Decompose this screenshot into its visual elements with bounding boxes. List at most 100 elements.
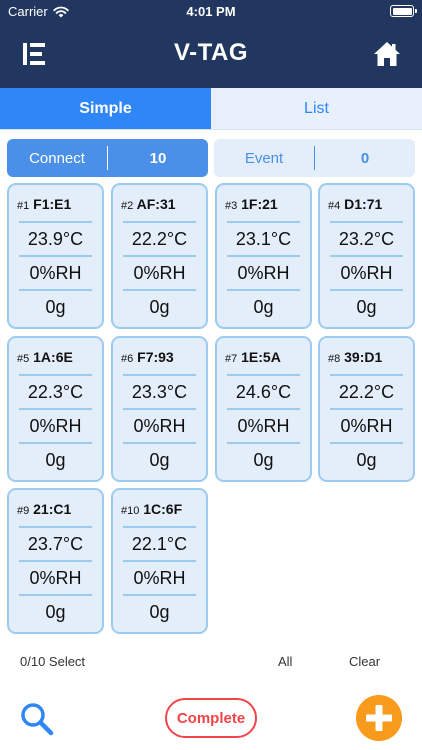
card-divider — [227, 289, 300, 291]
tag-address: 39:D1 — [344, 349, 383, 365]
card-divider — [330, 255, 403, 257]
tag-number: #6 — [121, 353, 134, 365]
tab-list[interactable]: List — [211, 88, 422, 129]
card-divider — [330, 442, 403, 444]
weight-value: 0g — [149, 450, 170, 470]
select-all-button[interactable]: All — [278, 654, 292, 669]
tag-address: 21:C1 — [33, 501, 72, 517]
tab-simple[interactable]: Simple — [0, 88, 211, 129]
temperature-value: 23.3°C — [131, 382, 188, 402]
add-icon[interactable] — [356, 695, 402, 741]
weight-value: 0g — [149, 602, 170, 622]
tag-id: #6 F7:93 — [121, 349, 174, 365]
weight-value: 0g — [45, 450, 66, 470]
status-time: 4:01 PM — [186, 4, 236, 19]
card-divider — [19, 526, 92, 528]
card-divider — [123, 289, 196, 291]
tag-card[interactable]: #10 1C:6F 22.1°C 0%RH 0g — [111, 488, 208, 634]
card-divider — [330, 221, 403, 223]
card-divider — [123, 255, 196, 257]
battery-icon — [390, 5, 417, 17]
complete-button[interactable]: Complete — [165, 698, 257, 738]
tag-address: 1C:6F — [143, 501, 183, 517]
weight-value: 0g — [356, 450, 377, 470]
card-divider — [330, 374, 403, 376]
tag-number: #1 — [17, 200, 30, 212]
selection-row: 0/10 Select All Clear — [0, 654, 422, 672]
selection-count: 0/10 Select — [20, 654, 86, 669]
clear-selection-button[interactable]: Clear — [349, 654, 380, 669]
tag-id: #9 21:C1 — [17, 501, 71, 517]
tag-card[interactable]: #4 D1:71 23.2°C 0%RH 0g — [318, 183, 415, 329]
tag-card[interactable]: #8 39:D1 22.2°C 0%RH 0g — [318, 336, 415, 482]
weight-value: 0g — [45, 297, 66, 317]
temperature-value: 22.1°C — [131, 534, 188, 554]
humidity-value: 0%RH — [133, 263, 186, 283]
tag-number: #10 — [121, 505, 140, 517]
humidity-value: 0%RH — [340, 416, 393, 436]
temperature-value: 22.3°C — [27, 382, 84, 402]
card-divider — [227, 255, 300, 257]
temperature-value: 23.7°C — [27, 534, 84, 554]
card-divider — [123, 374, 196, 376]
tag-card[interactable]: #6 F7:93 23.3°C 0%RH 0g — [111, 336, 208, 482]
card-divider — [123, 221, 196, 223]
card-divider — [227, 374, 300, 376]
tag-id: #1 F1:E1 — [17, 196, 71, 212]
tag-card[interactable]: #5 1A:6E 22.3°C 0%RH 0g — [7, 336, 104, 482]
card-divider — [19, 221, 92, 223]
tag-number: #3 — [225, 200, 238, 212]
page-title: V-TAG — [173, 39, 249, 66]
card-divider — [227, 221, 300, 223]
humidity-value: 0%RH — [237, 263, 290, 283]
weight-value: 0g — [356, 297, 377, 317]
nav-bar: V-TAG — [0, 22, 422, 88]
search-icon[interactable] — [18, 700, 56, 738]
card-divider — [123, 560, 196, 562]
temperature-value: 23.9°C — [27, 229, 84, 249]
tag-address: 1E:5A — [241, 349, 281, 365]
card-divider — [19, 289, 92, 291]
weight-value: 0g — [45, 602, 66, 622]
tag-address: F1:E1 — [33, 196, 72, 212]
tag-address: 1A:6E — [33, 349, 73, 365]
event-counter[interactable]: Event 0 — [214, 139, 415, 177]
humidity-value: 0%RH — [29, 416, 82, 436]
connect-label: Connect — [29, 149, 85, 167]
card-divider — [227, 408, 300, 410]
connect-value: 10 — [149, 149, 167, 167]
home-icon[interactable] — [372, 39, 402, 69]
tag-number: #7 — [225, 353, 238, 365]
card-divider — [330, 289, 403, 291]
tag-address: 1F:21 — [241, 196, 278, 212]
tag-card[interactable]: #9 21:C1 23.7°C 0%RH 0g — [7, 488, 104, 634]
status-bar: Carrier 4:01 PM — [0, 0, 422, 22]
card-divider — [123, 442, 196, 444]
tag-address: F7:93 — [137, 349, 174, 365]
screen: Carrier 4:01 PM V-TAG Simple List Connec… — [0, 0, 422, 750]
humidity-value: 0%RH — [133, 568, 186, 588]
tag-card[interactable]: #3 1F:21 23.1°C 0%RH 0g — [215, 183, 312, 329]
temperature-value: 22.2°C — [338, 382, 395, 402]
tag-id: #3 1F:21 — [225, 196, 278, 212]
tag-card[interactable]: #2 AF:31 22.2°C 0%RH 0g — [111, 183, 208, 329]
humidity-value: 0%RH — [133, 416, 186, 436]
tag-number: #9 — [17, 505, 30, 517]
tag-card[interactable]: #7 1E:5A 24.6°C 0%RH 0g — [215, 336, 312, 482]
tag-card[interactable]: #1 F1:E1 23.9°C 0%RH 0g — [7, 183, 104, 329]
event-value: 0 — [360, 149, 370, 167]
tag-id: #8 39:D1 — [328, 349, 382, 365]
card-divider — [19, 374, 92, 376]
tag-address: AF:31 — [136, 196, 176, 212]
weight-value: 0g — [149, 297, 170, 317]
tag-number: #2 — [121, 200, 134, 212]
weight-value: 0g — [253, 450, 274, 470]
humidity-value: 0%RH — [340, 263, 393, 283]
card-divider — [19, 255, 92, 257]
connect-counter[interactable]: Connect 10 — [7, 139, 208, 177]
tag-id: #4 D1:71 — [328, 196, 382, 212]
card-divider — [19, 560, 92, 562]
card-divider — [19, 594, 92, 596]
temperature-value: 23.2°C — [338, 229, 395, 249]
view-tabs: Simple List — [0, 88, 422, 130]
